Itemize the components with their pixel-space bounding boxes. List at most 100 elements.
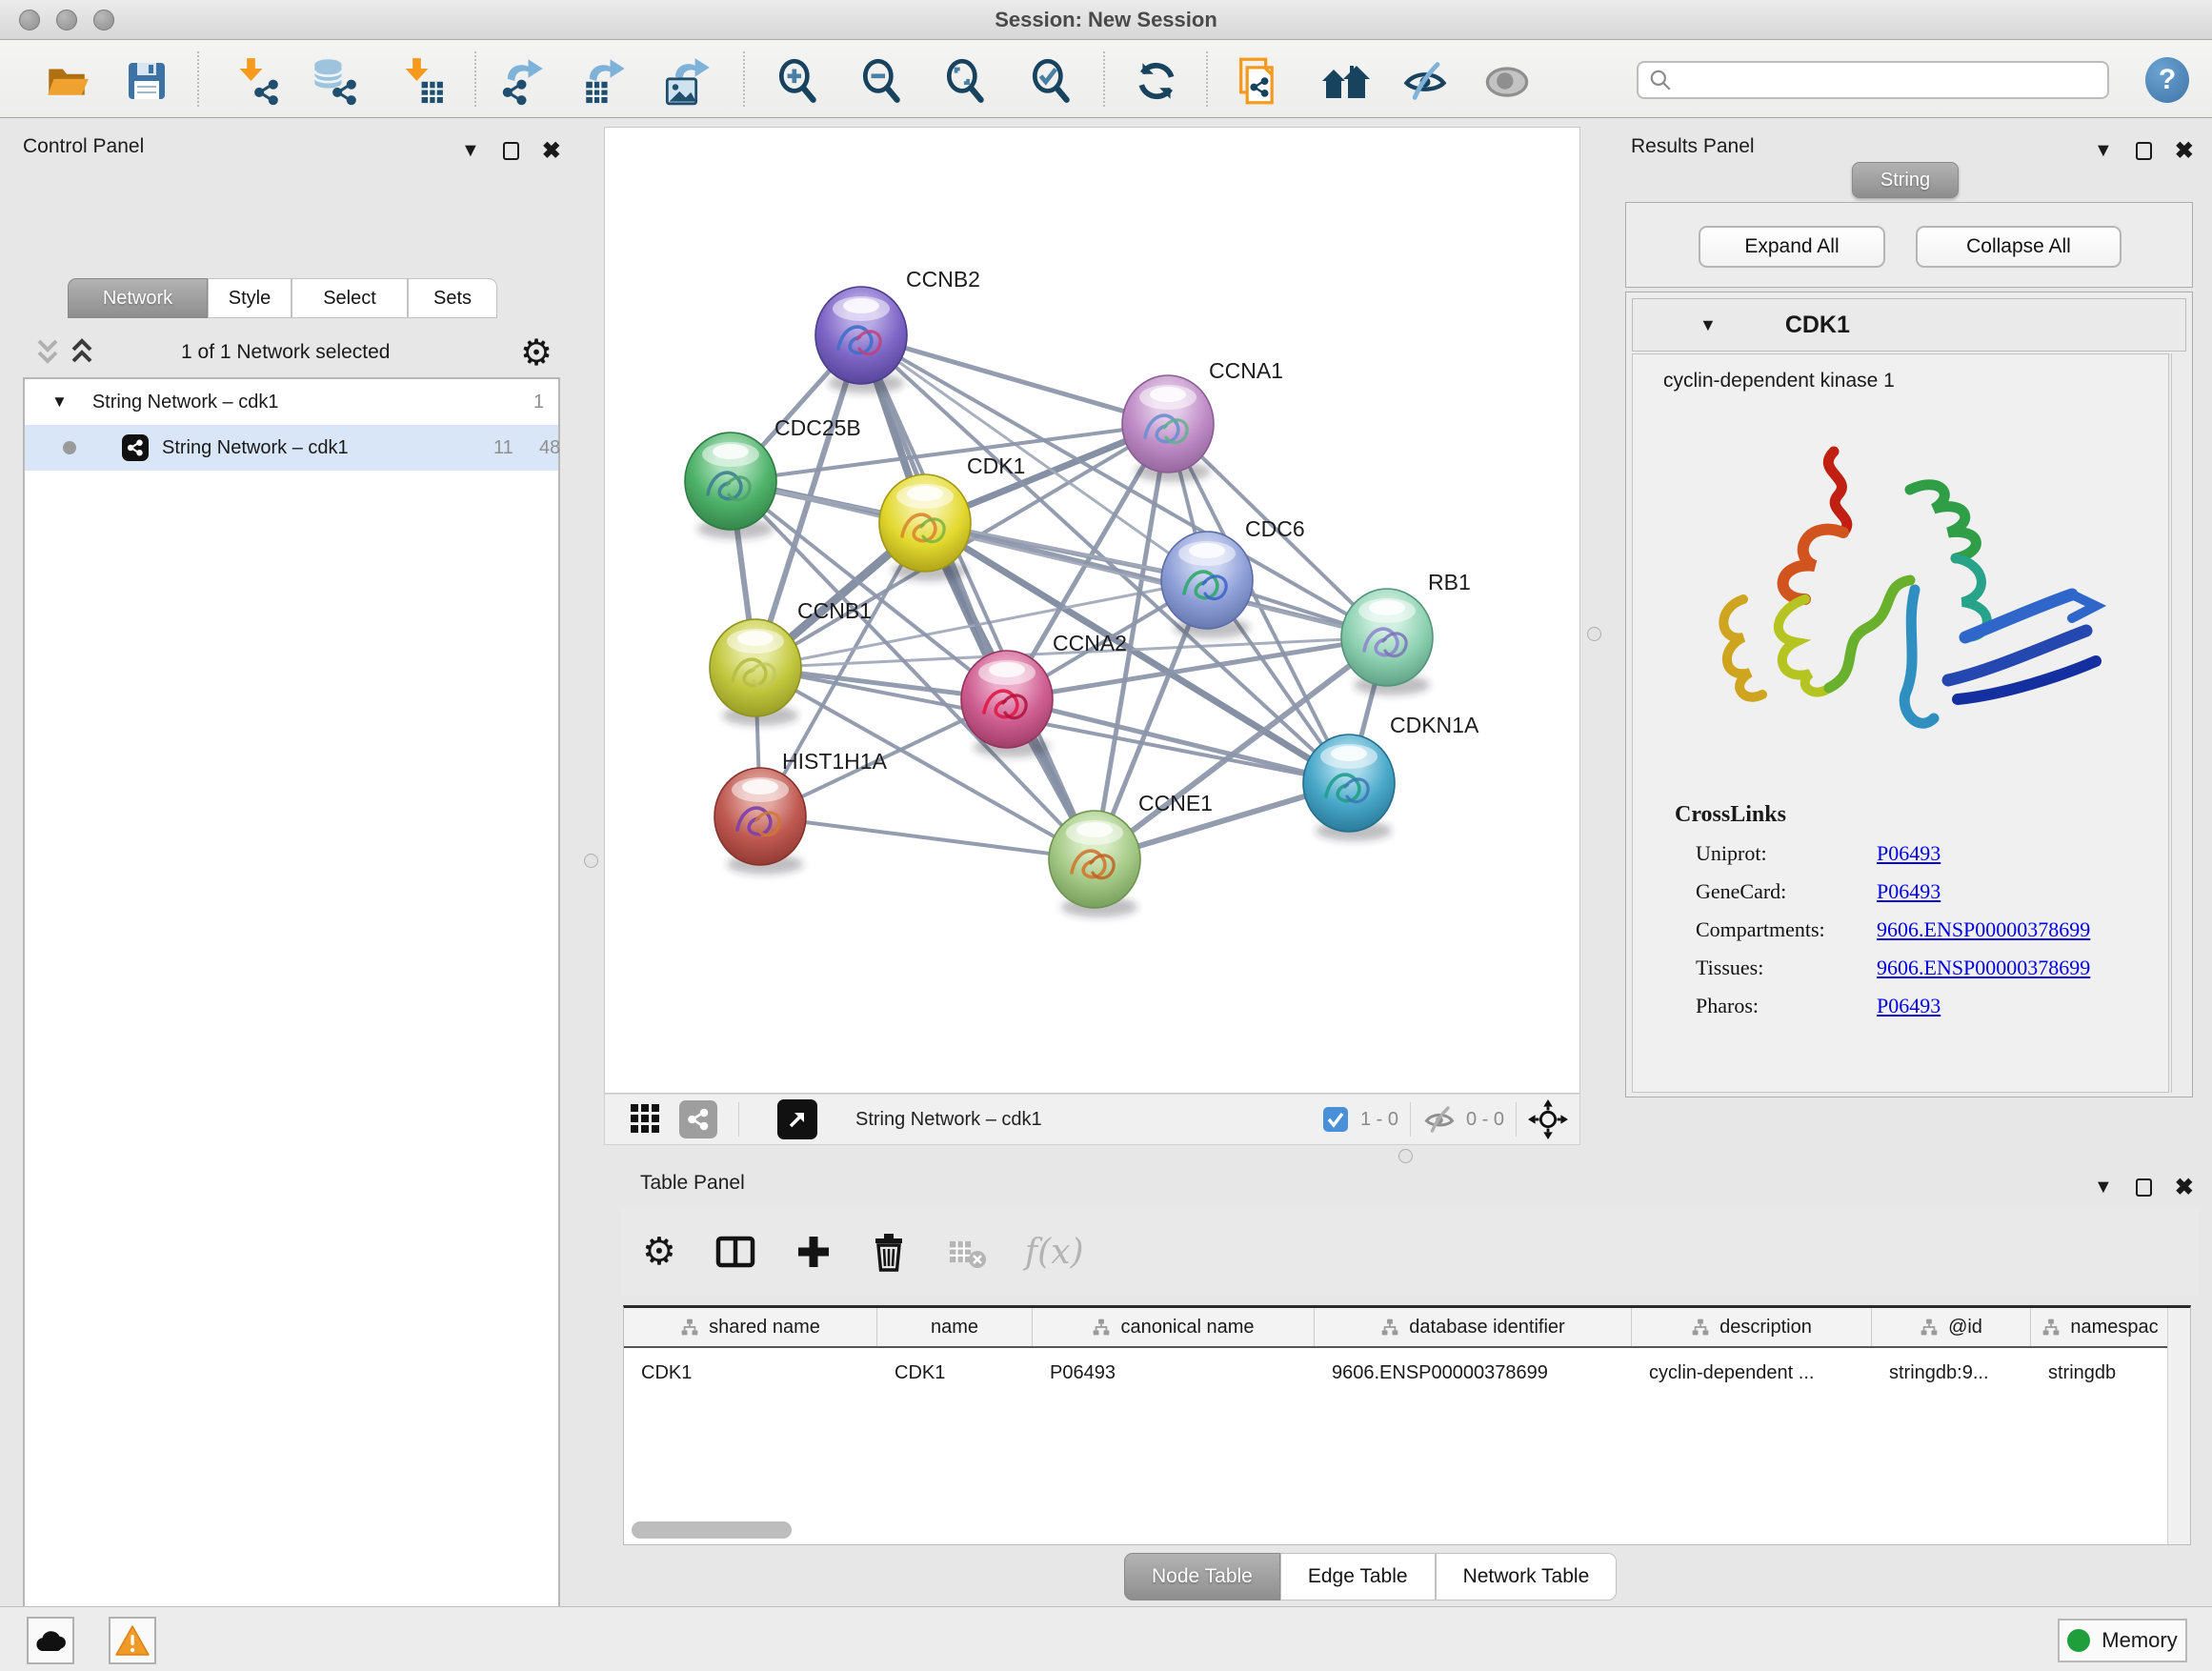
table-row[interactable]: CDK1 CDK1 P06493 9606.ENSP00000378699 cy… [624, 1348, 2190, 1398]
warning-status-button[interactable] [109, 1617, 156, 1664]
tab-style[interactable]: Style [208, 278, 292, 318]
results-float-icon[interactable]: ▼ [2094, 140, 2113, 162]
right-splitter-handle[interactable] [1587, 627, 1601, 641]
table-close-icon[interactable]: ✖ [2175, 1174, 2194, 1201]
node-label: CDKN1A [1390, 713, 1479, 737]
hide-selection-button[interactable] [1400, 56, 1450, 106]
table-horizontal-scrollbar[interactable] [624, 1521, 2158, 1540]
network-row[interactable]: String Network – cdk1 11 48 [25, 425, 558, 471]
network-canvas[interactable]: CCNB2CCNA1CDC25BCDK1CDC6RB1CCNB1CCNA2CDK… [604, 127, 1580, 1094]
tab-network[interactable]: Network [68, 278, 208, 318]
network-node[interactable]: HIST1H1A [714, 749, 888, 875]
zoom-fit-button[interactable] [941, 56, 991, 106]
network-edge[interactable] [760, 816, 1095, 859]
collapse-all-button[interactable]: Collapse All [1916, 226, 2122, 268]
search-input[interactable] [1637, 61, 2109, 99]
export-network-button[interactable] [497, 56, 547, 106]
table-maximize-icon[interactable] [2136, 1178, 2152, 1197]
collapse-all-icon[interactable] [34, 333, 63, 373]
open-view-icon[interactable] [777, 1099, 817, 1139]
tab-network-table[interactable]: Network Table [1436, 1553, 1618, 1601]
node-label: CCNA1 [1209, 358, 1283, 383]
open-session-button[interactable] [42, 56, 91, 106]
crosslink-label: Tissues: [1696, 956, 1877, 980]
memory-button[interactable]: Memory [2058, 1619, 2187, 1662]
status-bar: Memory [0, 1606, 2212, 1671]
network-label: String Network – cdk1 [162, 437, 349, 459]
apply-layout-button[interactable] [1132, 56, 1181, 106]
crosslink-row: Tissues: 9606.ENSP00000378699 [1696, 956, 2168, 980]
export-table-button[interactable] [579, 56, 629, 106]
network-node[interactable]: RB1 [1341, 570, 1471, 695]
network-node[interactable]: CDK1 [879, 453, 1025, 581]
fit-crosshair-icon[interactable] [1528, 1099, 1568, 1139]
column-header[interactable]: shared name [624, 1308, 877, 1346]
zoom-out-button[interactable] [857, 56, 907, 106]
column-header[interactable]: description [1632, 1308, 1872, 1346]
network-node[interactable]: CCNB2 [815, 267, 980, 393]
network-node[interactable]: CCNA1 [1122, 358, 1283, 482]
columns-icon[interactable] [714, 1233, 756, 1271]
network-node[interactable]: CDKN1A [1303, 713, 1479, 841]
tab-sets[interactable]: Sets [408, 278, 497, 318]
network-edge[interactable] [861, 335, 1095, 859]
string-home-button[interactable] [1320, 56, 1370, 106]
column-header[interactable]: namespac [2031, 1308, 2169, 1346]
import-network-file-button[interactable] [232, 56, 282, 106]
column-header[interactable]: database identifier [1315, 1308, 1632, 1346]
network-share-icon[interactable] [679, 1100, 717, 1138]
crosslink-row: GeneCard: P06493 [1696, 879, 2168, 904]
expand-all-icon[interactable] [69, 333, 97, 373]
crosslink-row: Uniprot: P06493 [1696, 841, 2168, 866]
entry-disclosure-icon[interactable]: ▼ [1699, 315, 1717, 335]
houses-icon [1320, 57, 1370, 105]
export-image-button[interactable] [663, 56, 713, 106]
database-icon [311, 56, 360, 106]
table-vertical-scrollbar[interactable] [2167, 1308, 2190, 1544]
table-header-row: shared name name canonical name database… [624, 1308, 2190, 1348]
crosslink-link[interactable]: P06493 [1877, 994, 1941, 1018]
crosslink-link[interactable]: 9606.ENSP00000378699 [1877, 917, 2090, 942]
tab-node-table[interactable]: Node Table [1124, 1553, 1280, 1601]
zoom-in-button[interactable] [774, 56, 823, 106]
scrollbar-thumb[interactable] [632, 1521, 792, 1539]
tab-edge-table[interactable]: Edge Table [1280, 1553, 1436, 1601]
left-splitter-handle[interactable] [584, 854, 598, 868]
crosslink-link[interactable]: 9606.ENSP00000378699 [1877, 956, 2090, 980]
table-options-gear-icon[interactable]: ⚙ [642, 1233, 676, 1271]
birdseye-grid-icon[interactable] [628, 1101, 664, 1137]
add-column-icon[interactable] [794, 1233, 833, 1271]
column-header[interactable]: canonical name [1033, 1308, 1315, 1346]
table-toolbar: ⚙ f(x) [621, 1208, 2199, 1296]
results-close-icon[interactable]: ✖ [2175, 137, 2194, 165]
selected-checkbox-icon[interactable] [1322, 1106, 1349, 1133]
string-entry-header[interactable]: ▼ CDK1 [1632, 298, 2186, 352]
panel-float-icon[interactable]: ▼ [461, 140, 480, 162]
crosslink-link[interactable]: P06493 [1877, 879, 1941, 904]
network-collection-row[interactable]: ▼ String Network – cdk1 1 [25, 379, 558, 425]
help-button[interactable]: ? [2145, 57, 2189, 103]
zoom-selected-button[interactable] [1027, 56, 1076, 106]
results-maximize-icon[interactable] [2136, 142, 2152, 160]
tab-string[interactable]: String [1852, 162, 1959, 198]
show-all-button[interactable] [1482, 56, 1532, 106]
column-header[interactable]: name [877, 1308, 1033, 1346]
results-scrollbar[interactable] [2171, 353, 2188, 1093]
crosslink-label: Pharos: [1696, 994, 1877, 1018]
string-import-button[interactable] [1233, 56, 1282, 106]
cloud-status-button[interactable] [27, 1617, 74, 1664]
crosslink-link[interactable]: P06493 [1877, 841, 1941, 866]
panel-close-icon[interactable]: ✖ [542, 137, 561, 165]
save-session-button[interactable] [122, 56, 171, 106]
network-options-gear-icon[interactable]: ⚙ [520, 335, 553, 372]
import-network-database-button[interactable] [311, 56, 360, 106]
import-table-button[interactable] [398, 56, 448, 106]
tab-select[interactable]: Select [292, 278, 408, 318]
node-table: shared name name canonical name database… [623, 1305, 2191, 1545]
expand-all-button[interactable]: Expand All [1699, 226, 1885, 268]
collection-disclosure-icon[interactable]: ▼ [51, 393, 68, 412]
panel-maximize-icon[interactable] [503, 142, 519, 160]
column-header[interactable]: @id [1872, 1308, 2031, 1346]
table-float-icon[interactable]: ▼ [2094, 1177, 2113, 1198]
delete-column-icon[interactable] [871, 1232, 907, 1272]
